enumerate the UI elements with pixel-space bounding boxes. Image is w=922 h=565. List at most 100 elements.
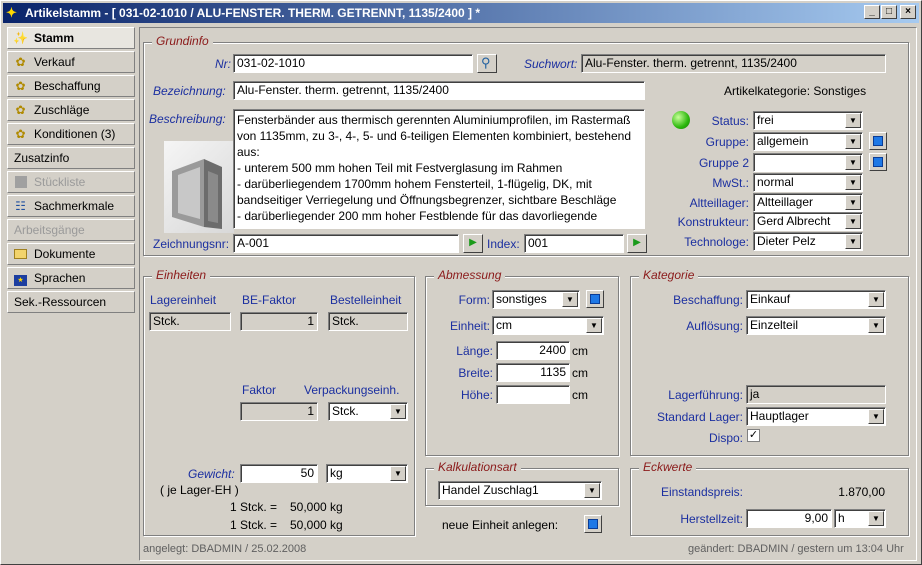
- kategorie-group: Kategorie Beschaffung: Einkauf ▼ Auflösu…: [630, 268, 909, 456]
- suchwort-field[interactable]: Alu-Fenster. therm. getrennt, 1135/2400: [581, 54, 886, 73]
- breite-field[interactable]: 1135: [496, 363, 570, 382]
- faktor-label: Faktor: [242, 383, 277, 397]
- suchwort-label: Suchwort:: [524, 57, 578, 71]
- einheiten-legend: Einheiten: [152, 268, 211, 282]
- gruppe2-select[interactable]: ▼: [753, 153, 863, 172]
- sidebar: ✨ Stamm ✿ Verkauf ✿ Beschaffung ✿ Zuschl…: [7, 27, 135, 315]
- bestelleinheit-label: Bestelleinheit: [330, 293, 402, 307]
- status-select[interactable]: frei ▼: [753, 111, 863, 130]
- sidebar-item-sek-ressourcen[interactable]: Sek.-Ressourcen: [7, 291, 135, 313]
- herstellzeit-unit-select[interactable]: h ▼: [834, 509, 886, 528]
- chevron-down-icon[interactable]: ▼: [845, 214, 861, 229]
- zeichnungsnr-go-button[interactable]: ▶: [463, 234, 483, 253]
- chevron-down-icon[interactable]: ▼: [586, 318, 602, 333]
- chevron-down-icon[interactable]: ▼: [845, 175, 861, 190]
- flag-icon: ★: [13, 271, 28, 286]
- aufloesung-select[interactable]: Einzelteil ▼: [746, 316, 886, 335]
- mwst-select[interactable]: normal ▼: [753, 173, 863, 192]
- gear-icon: ✿: [15, 55, 26, 69]
- hoehe-label: Höhe:: [460, 388, 493, 402]
- nr-field[interactable]: 031-02-1010: [233, 54, 473, 73]
- chevron-down-icon[interactable]: ▼: [562, 292, 578, 307]
- index-go-button[interactable]: ▶: [627, 234, 647, 253]
- faktor-field[interactable]: 1: [240, 402, 318, 421]
- dispo-checkbox[interactable]: ✓: [747, 429, 760, 442]
- verpackung-value: Stck.: [332, 404, 359, 418]
- beschaffung-select[interactable]: Einkauf ▼: [746, 290, 886, 309]
- sidebar-item-beschaffung[interactable]: ✿ Beschaffung: [7, 75, 135, 97]
- sidebar-item-arbeitsgaenge[interactable]: Arbeitsgänge: [7, 219, 135, 241]
- sidebar-item-stamm[interactable]: ✨ Stamm: [7, 27, 135, 49]
- neue-einheit-button[interactable]: [584, 515, 602, 533]
- window-profile-icon: [172, 159, 222, 229]
- close-button[interactable]: ×: [900, 5, 916, 19]
- kategorie-legend: Kategorie: [639, 268, 699, 282]
- lagerfuehrung-field[interactable]: ja: [746, 385, 886, 404]
- hoehe-field[interactable]: [496, 385, 570, 404]
- gewicht-field[interactable]: 50: [240, 464, 318, 483]
- laenge-field[interactable]: 2400: [496, 341, 570, 360]
- blue-square-icon: [590, 294, 600, 304]
- zeichnungsnr-field[interactable]: A-001: [233, 234, 459, 253]
- sidebar-item-dokumente[interactable]: Dokumente: [7, 243, 135, 265]
- minimize-button[interactable]: _: [864, 5, 880, 19]
- sidebar-item-label: Sachmerkmale: [34, 199, 115, 213]
- sidebar-item-sprachen[interactable]: ★ Sprachen: [7, 267, 135, 289]
- eckwerte-group: Eckwerte Einstandspreis: 1.870,00 Herste…: [630, 460, 909, 536]
- technologe-select[interactable]: Dieter Pelz ▼: [753, 232, 863, 251]
- conversion-right-1: 50,000 kg: [290, 500, 343, 514]
- lagereinheit-label: Lagereinheit: [150, 293, 217, 307]
- sidebar-item-konditionen[interactable]: ✿ Konditionen (3): [7, 123, 135, 145]
- gewicht-unit-select[interactable]: kg ▼: [326, 464, 408, 483]
- artikelstamm-window: ✦ Artikelstamm - [ 031-02-1010 / ALU-FEN…: [0, 0, 922, 565]
- maximize-button[interactable]: □: [881, 5, 897, 19]
- bezeichnung-field[interactable]: Alu-Fenster. therm. getrennt, 1135/2400: [233, 81, 645, 100]
- nr-label: Nr:: [215, 57, 231, 71]
- form-label: Form:: [458, 293, 490, 307]
- index-field[interactable]: 001: [524, 234, 624, 253]
- sidebar-item-label: Beschaffung: [34, 79, 101, 93]
- kalkulation-group: Kalkulationsart Handel Zuschlag1 ▼: [425, 460, 619, 506]
- chevron-down-icon[interactable]: ▼: [868, 318, 884, 333]
- chevron-down-icon[interactable]: ▼: [584, 483, 600, 498]
- konstrukteur-select[interactable]: Gerd Albrecht ▼: [753, 212, 863, 231]
- standardlager-select[interactable]: Hauptlager ▼: [746, 407, 886, 426]
- chevron-down-icon[interactable]: ▼: [868, 409, 884, 424]
- bestelleinheit-field[interactable]: Stck.: [328, 312, 408, 331]
- herstellzeit-field[interactable]: 9,00: [746, 509, 832, 528]
- beschreibung-textarea[interactable]: Fensterbänder aus thermisch gerennten Al…: [233, 109, 645, 229]
- herstellzeit-label: Herstellzeit:: [680, 512, 743, 526]
- gruppe-value: allgemein: [757, 134, 809, 148]
- chevron-down-icon[interactable]: ▼: [845, 134, 861, 149]
- altteillager-select[interactable]: Altteillager ▼: [753, 193, 863, 212]
- title-bar[interactable]: ✦ Artikelstamm - [ 031-02-1010 / ALU-FEN…: [3, 3, 919, 23]
- sidebar-item-stueckliste[interactable]: Stückliste: [7, 171, 135, 193]
- kalkulation-select[interactable]: Handel Zuschlag1 ▼: [438, 481, 602, 500]
- chevron-down-icon[interactable]: ▼: [845, 155, 861, 170]
- form-edit-button[interactable]: [586, 290, 604, 308]
- chevron-down-icon[interactable]: ▼: [390, 404, 406, 419]
- gruppe2-edit-button[interactable]: [869, 153, 887, 171]
- gruppe-select[interactable]: allgemein ▼: [753, 132, 863, 151]
- befaktor-field[interactable]: 1: [240, 312, 318, 331]
- chevron-down-icon[interactable]: ▼: [868, 511, 884, 526]
- magnifier-icon: ⚲: [481, 55, 491, 70]
- chevron-down-icon[interactable]: ▼: [845, 234, 861, 249]
- einheit-select[interactable]: cm ▼: [492, 316, 604, 335]
- form-select[interactable]: sonstiges ▼: [492, 290, 580, 309]
- sidebar-item-verkauf[interactable]: ✿ Verkauf: [7, 51, 135, 73]
- chevron-down-icon[interactable]: ▼: [845, 113, 861, 128]
- sidebar-item-sachmerkmale[interactable]: ☷ Sachmerkmale: [7, 195, 135, 217]
- chevron-down-icon[interactable]: ▼: [868, 292, 884, 307]
- chevron-down-icon[interactable]: ▼: [390, 466, 406, 481]
- gruppe-edit-button[interactable]: [869, 132, 887, 150]
- lagereinheit-field[interactable]: Stck.: [149, 312, 231, 331]
- verpackung-select[interactable]: Stck. ▼: [328, 402, 408, 421]
- sidebar-item-label: Sek.-Ressourcen: [14, 295, 107, 309]
- sidebar-item-zusatzinfo[interactable]: Zusatzinfo: [7, 147, 135, 169]
- gewicht-unit-value: kg: [330, 466, 343, 480]
- konstrukteur-label: Konstrukteur:: [677, 215, 749, 229]
- search-button[interactable]: ⚲: [477, 54, 497, 73]
- chevron-down-icon[interactable]: ▼: [845, 195, 861, 210]
- sidebar-item-zuschlaege[interactable]: ✿ Zuschläge: [7, 99, 135, 121]
